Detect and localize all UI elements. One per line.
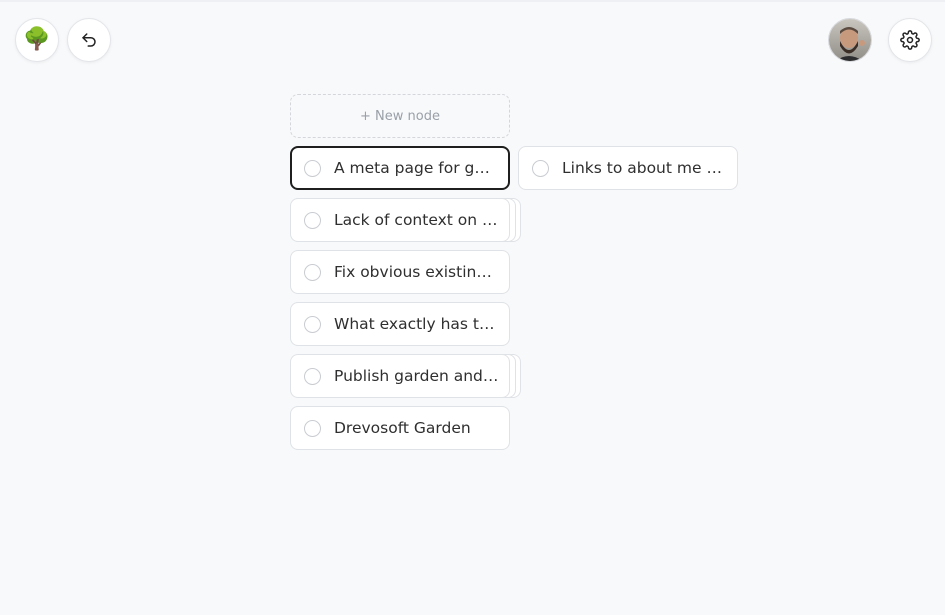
node-radio[interactable]: [304, 211, 321, 229]
node[interactable]: What exactly has to …: [290, 302, 510, 346]
node-card[interactable]: What exactly has to …: [290, 302, 510, 346]
undo-arrow-icon: [82, 33, 96, 47]
node-card[interactable]: Fix obvious existing …: [290, 250, 510, 294]
node-card[interactable]: A meta page for gar…: [290, 146, 510, 190]
node[interactable]: Fix obvious existing …: [290, 250, 510, 294]
node-radio[interactable]: [304, 315, 321, 333]
top-border: [0, 0, 945, 2]
avatar[interactable]: [828, 18, 872, 62]
node-label: Links to about me pa…: [562, 159, 727, 177]
node-label: What exactly has to …: [334, 315, 499, 333]
node-label: A meta page for gar…: [334, 159, 498, 177]
node-card-stacked[interactable]: Publish garden and u…: [290, 354, 521, 398]
tree-icon: 🌳: [23, 27, 51, 52]
settings-button[interactable]: [888, 18, 932, 62]
node-card-stacked[interactable]: Lack of context on t…: [290, 198, 521, 242]
gear-icon: [900, 30, 920, 50]
back-button[interactable]: [67, 18, 111, 62]
node-card[interactable]: Drevosoft Garden: [290, 406, 510, 450]
node-label: Drevosoft Garden: [334, 419, 471, 437]
node-selected[interactable]: A meta page for gar…: [290, 146, 510, 190]
node[interactable]: Lack of context on t…: [290, 198, 510, 242]
tree-home-button[interactable]: 🌳: [15, 18, 59, 62]
node[interactable]: Links to about me pa…: [518, 146, 738, 190]
user-photo-icon: [829, 19, 871, 61]
node-label: Publish garden and u…: [334, 367, 499, 385]
node-radio[interactable]: [304, 367, 321, 385]
node-radio[interactable]: [304, 419, 321, 437]
node[interactable]: Drevosoft Garden: [290, 406, 510, 450]
node[interactable]: Publish garden and u…: [290, 354, 510, 398]
node-label: Lack of context on t…: [334, 211, 499, 229]
node-card[interactable]: Links to about me pa…: [518, 146, 738, 190]
new-node-button[interactable]: + New node: [290, 94, 510, 138]
node-label: Fix obvious existing …: [334, 263, 499, 281]
node-radio[interactable]: [532, 159, 549, 177]
node-radio[interactable]: [304, 159, 321, 177]
node-radio[interactable]: [304, 263, 321, 281]
